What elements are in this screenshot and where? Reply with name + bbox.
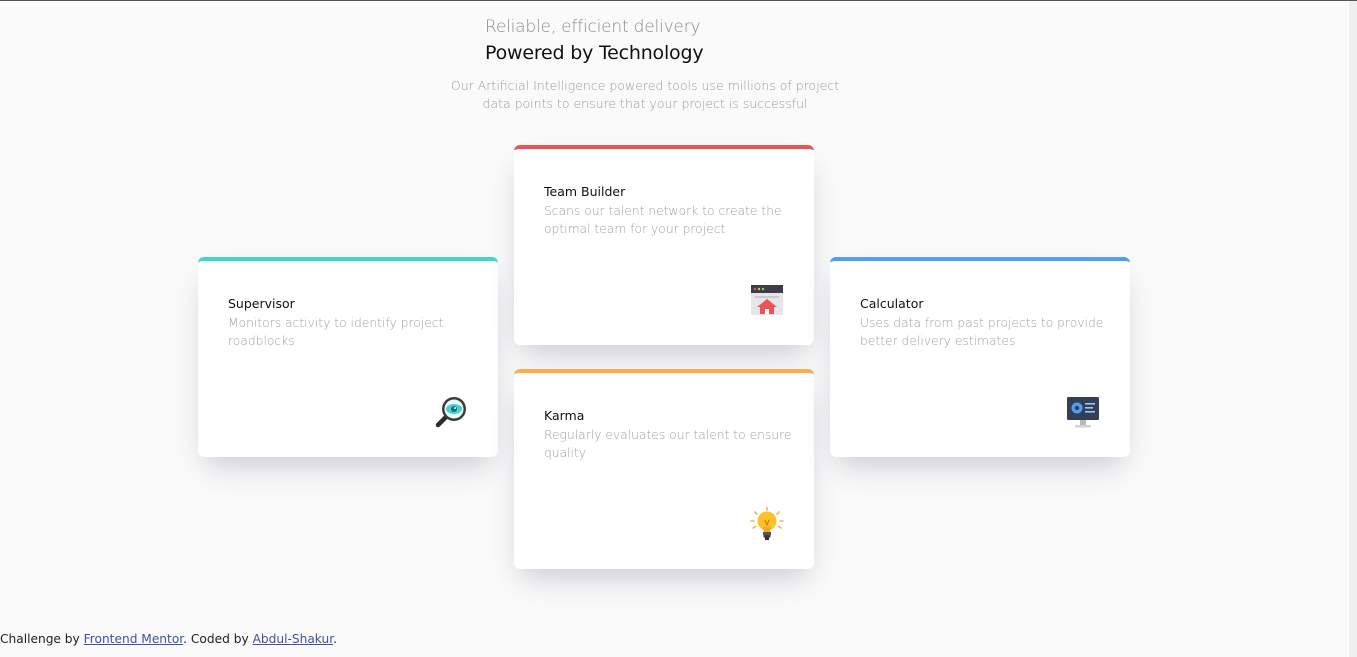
- card-description: Regularly evaluates our talent to ensure…: [544, 428, 792, 460]
- card-team-builder: Team Builder Scans our talent network to…: [514, 145, 814, 345]
- frontend-mentor-link[interactable]: Frontend Mentor: [84, 632, 184, 646]
- calculator-icon: [1066, 395, 1100, 429]
- scrollbar[interactable]: [1349, 1, 1357, 657]
- footer-middle: . Coded by: [183, 632, 253, 646]
- magnifier-icon: [434, 395, 468, 429]
- attribution-footer: Challenge by Frontend Mentor. Coded by A…: [0, 632, 337, 646]
- card-title: Supervisor: [228, 296, 295, 311]
- lightbulb-icon: [750, 507, 784, 541]
- footer-suffix: .: [333, 632, 337, 646]
- card-karma: Karma Regularly evaluates our talent to …: [514, 369, 814, 569]
- footer-prefix: Challenge by: [0, 632, 84, 646]
- card-title: Calculator: [860, 296, 924, 311]
- card-title: Team Builder: [544, 184, 626, 199]
- card-description: Monitors activity to identify project ro…: [228, 316, 444, 348]
- team-builder-icon: [750, 283, 784, 317]
- card-description: Uses data from past projects to provide …: [860, 316, 1104, 348]
- author-link[interactable]: Abdul-Shakur: [253, 632, 334, 646]
- page-title: Powered by Technology: [485, 42, 704, 64]
- eyebrow-text: Reliable, efficient delivery: [485, 17, 701, 37]
- card-supervisor: Supervisor Monitors activity to identify…: [198, 257, 498, 457]
- card-title: Karma: [544, 408, 585, 423]
- card-description: Scans our talent network to create the o…: [544, 204, 782, 236]
- intro-text: Our Artificial Intelligence powered tool…: [450, 78, 840, 111]
- card-calculator: Calculator Uses data from past projects …: [830, 257, 1130, 457]
